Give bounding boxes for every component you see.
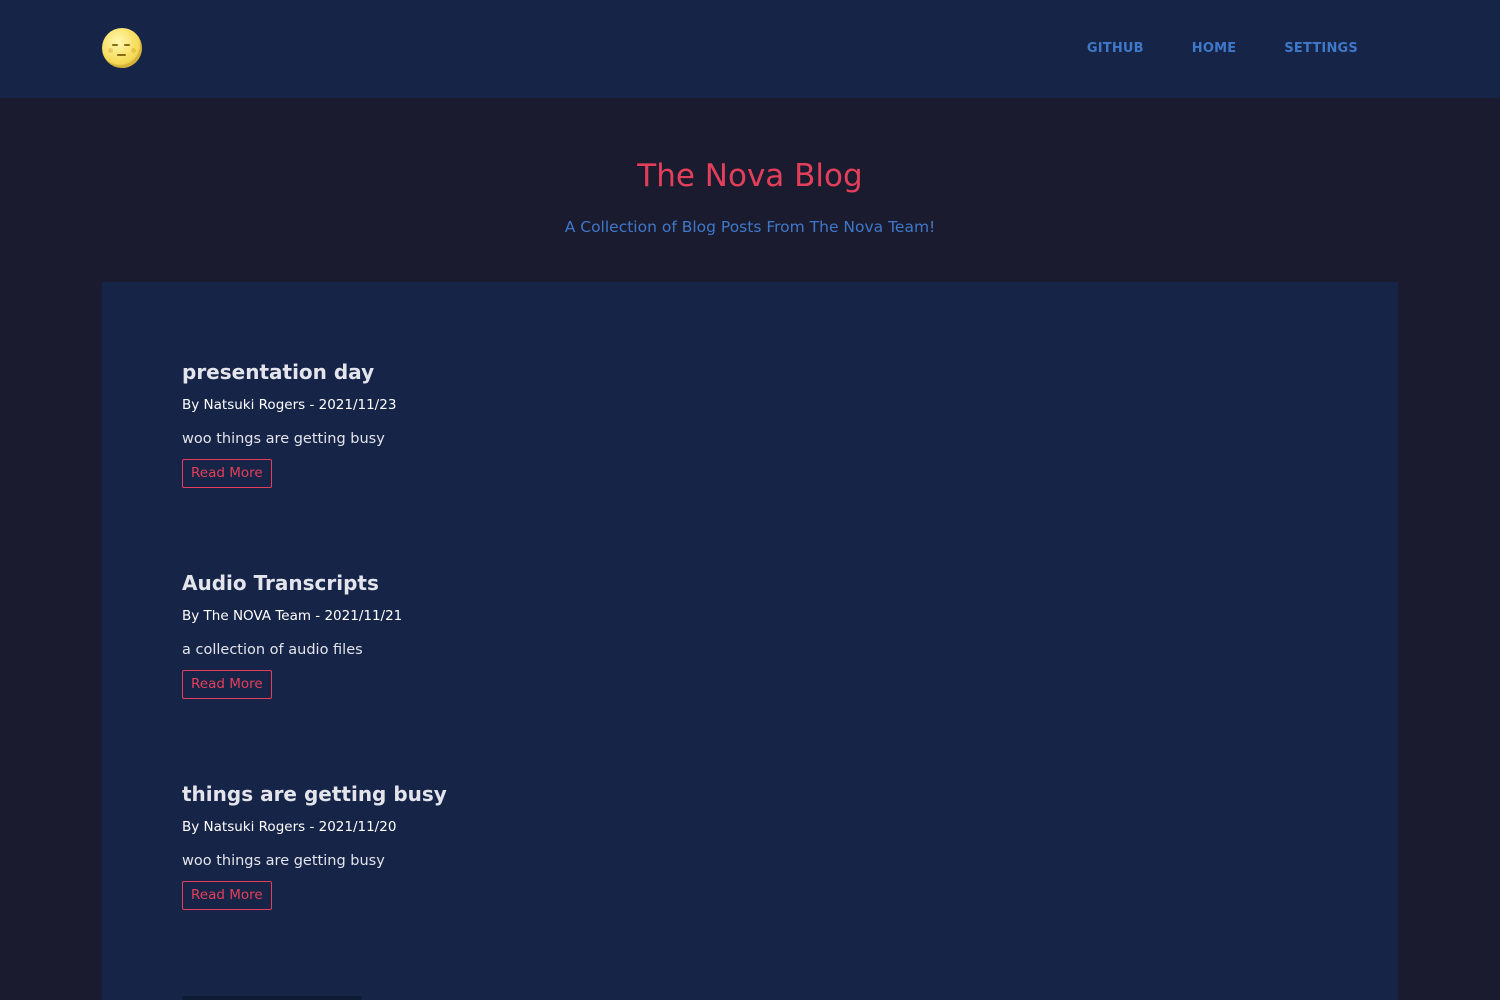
- logo-mouth: [117, 54, 126, 56]
- post-card: things are getting busy By Natsuki Roger…: [182, 782, 447, 910]
- post-title[interactable]: presentation day: [182, 360, 374, 384]
- post-meta: By Natsuki Rogers - 2021/11/20: [182, 819, 397, 835]
- read-more-button[interactable]: Read More: [182, 459, 272, 488]
- posts-panel: presentation day By Natsuki Rogers - 202…: [102, 282, 1398, 1000]
- post-title[interactable]: Audio Transcripts: [182, 571, 379, 595]
- logo-cheek-right: [131, 48, 136, 53]
- page-title: The Nova Blog: [637, 158, 863, 194]
- read-more-button[interactable]: Read More: [182, 881, 272, 910]
- post-card: presentation day By Natsuki Rogers - 202…: [182, 360, 396, 488]
- post-card: Audio Transcripts By The NOVA Team - 202…: [182, 571, 402, 699]
- page-subtitle: A Collection of Blog Posts From The Nova…: [564, 218, 936, 236]
- nav-link-settings[interactable]: SETTINGS: [1284, 41, 1358, 56]
- nav-links: GITHUB HOME SETTINGS: [1087, 41, 1358, 56]
- logo-cheek-left: [108, 48, 113, 53]
- read-more-button[interactable]: Read More: [182, 670, 272, 699]
- full-moon-face-icon[interactable]: [102, 28, 142, 68]
- logo-eye-left: [112, 44, 118, 46]
- next-post-title-partial: [182, 994, 362, 1000]
- post-excerpt: woo things are getting busy: [182, 853, 385, 869]
- logo-eye-right: [124, 44, 130, 46]
- post-excerpt: woo things are getting busy: [182, 431, 385, 447]
- nav-link-home[interactable]: HOME: [1192, 41, 1237, 56]
- post-excerpt: a collection of audio files: [182, 642, 363, 658]
- top-navbar: GITHUB HOME SETTINGS: [0, 0, 1500, 98]
- post-title[interactable]: things are getting busy: [182, 782, 447, 806]
- next-post-title-fragment: [182, 996, 362, 1000]
- post-meta: By The NOVA Team - 2021/11/21: [182, 608, 403, 624]
- nav-link-github[interactable]: GITHUB: [1087, 41, 1144, 56]
- post-meta: By Natsuki Rogers - 2021/11/23: [182, 397, 397, 413]
